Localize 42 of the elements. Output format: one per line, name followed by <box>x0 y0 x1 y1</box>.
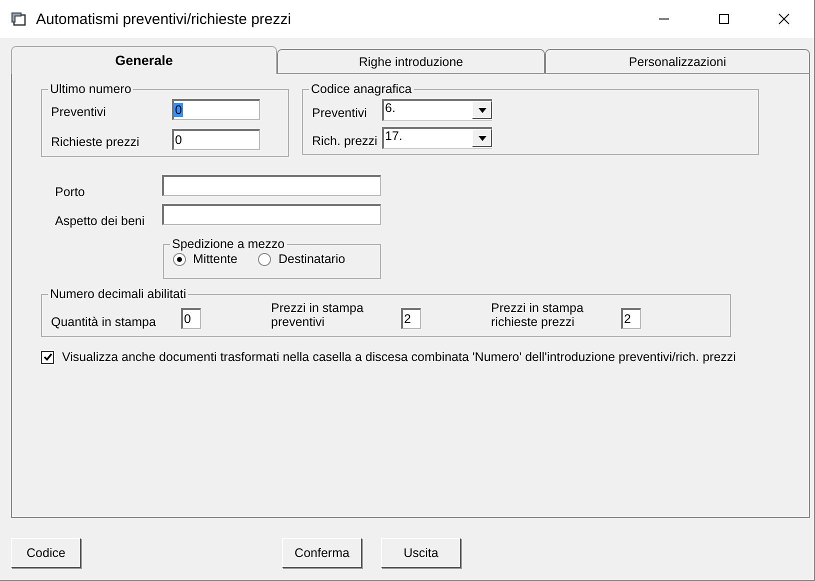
input-field[interactable]: 0 <box>172 99 260 120</box>
caret-icon <box>478 136 486 140</box>
field-label: Aspetto dei beni <box>55 214 146 228</box>
field-value: 0 <box>174 133 182 147</box>
window-icon <box>11 11 27 27</box>
close-icon[interactable] <box>778 13 790 25</box>
field-label: Rich. prezzi <box>312 134 378 149</box>
input-field[interactable]: 0 <box>181 308 201 329</box>
group-label: Ultimo numero <box>49 82 132 96</box>
tab[interactable]: Personalizzazioni <box>545 49 810 73</box>
input-field[interactable] <box>162 175 381 196</box>
field-label: Preventivi <box>51 105 107 120</box>
dialog-button[interactable]: Codice <box>11 538 81 568</box>
tab[interactable]: Righe introduzione <box>277 49 545 73</box>
radio-button[interactable] <box>258 252 272 266</box>
input-field[interactable]: 2 <box>401 308 421 329</box>
dropdown-field[interactable]: 6. <box>382 99 492 121</box>
maximize-icon[interactable] <box>718 13 730 25</box>
window-title: Automatismi preventivi/richieste prezzi <box>36 10 292 28</box>
field-label: Prezzi in stampa preventivi <box>271 301 364 329</box>
radio-option[interactable]: Mittente <box>173 252 238 266</box>
field-value: 0 <box>174 103 183 117</box>
tab[interactable]: Generale <box>11 46 277 74</box>
input-field[interactable]: 2 <box>621 308 641 329</box>
checkbox-option[interactable]: Visualizza anche documenti trasformati nella casella a discesa combinata 'Numero' dell'introduzione preventivi/rich. prezzi <box>41 350 809 364</box>
dropdown-field[interactable]: 17. <box>382 127 492 149</box>
field-label: Porto <box>55 185 86 199</box>
dialog-button[interactable]: Uscita <box>381 538 461 568</box>
field-label: Prezzi in stampa richieste prezzi <box>491 301 584 329</box>
input-field[interactable] <box>162 204 381 225</box>
group-label: Codice anagrafica <box>310 82 413 96</box>
input-field[interactable]: 0 <box>172 129 260 150</box>
group-label: Spedizione a mezzo <box>171 237 286 251</box>
dialog-button[interactable]: Conferma <box>282 538 362 568</box>
field-label: Preventivi <box>312 106 368 121</box>
radio-button[interactable] <box>173 252 186 266</box>
caret-icon <box>478 108 486 112</box>
checkbox[interactable] <box>41 350 54 364</box>
field-label: Richieste prezzi <box>51 135 140 150</box>
group-label: Numero decimali abilitati <box>49 287 188 301</box>
radio-option[interactable]: Destinatario <box>258 252 346 266</box>
field-label: Quantità in stampa <box>51 315 157 329</box>
